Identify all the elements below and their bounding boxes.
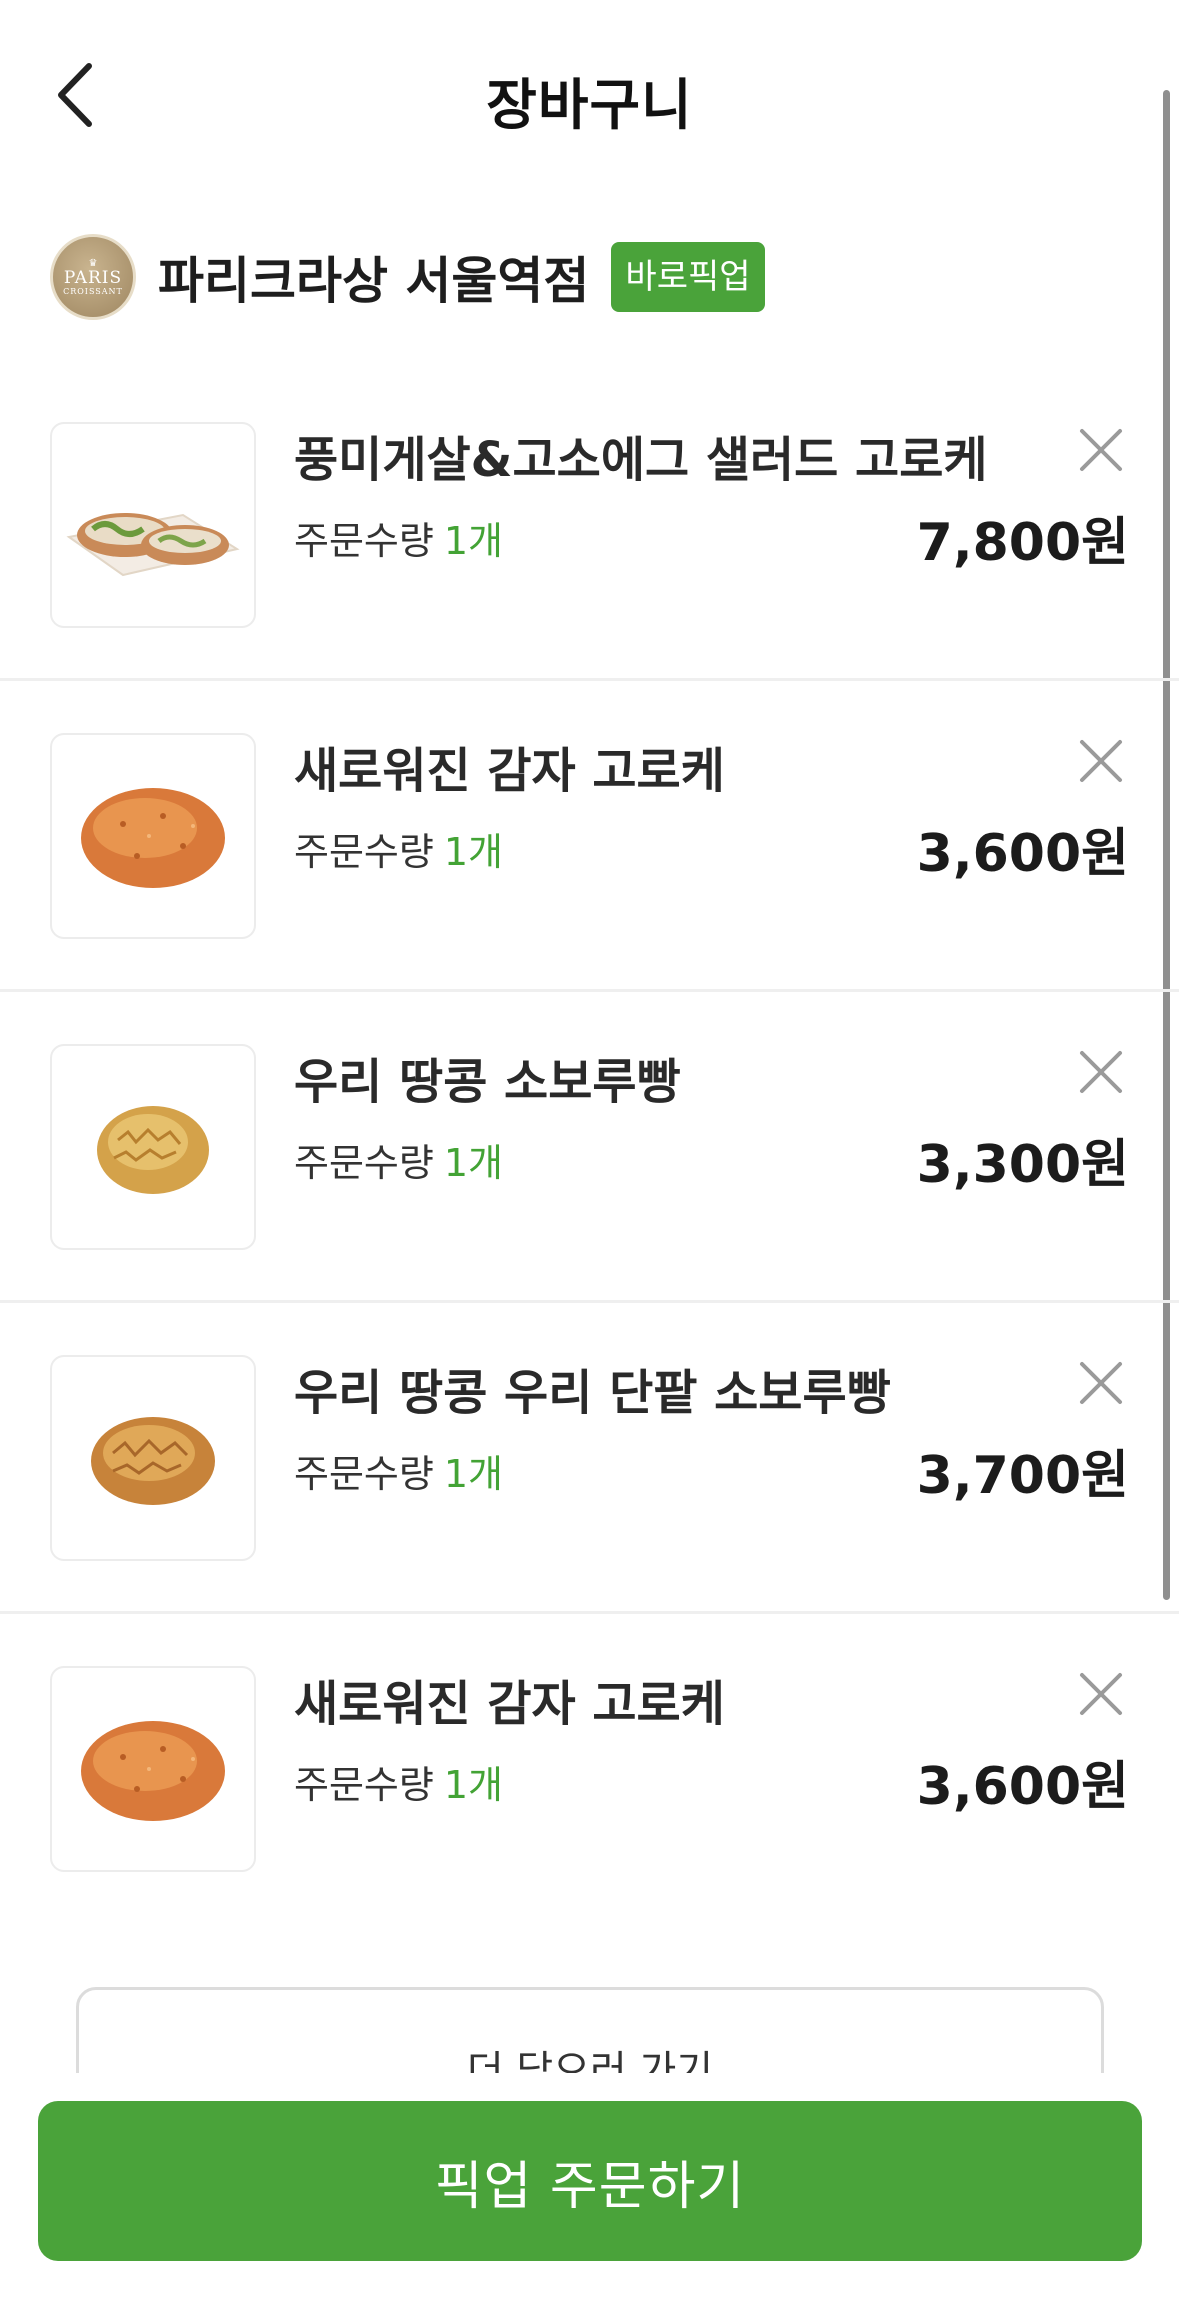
close-icon (1080, 740, 1122, 782)
item-price: 3,300원 (916, 1135, 1129, 1195)
quantity-label: 주문수량 (294, 519, 434, 563)
quantity-label: 주문수량 (294, 1763, 434, 1807)
peanut-soboro-image (97, 1106, 209, 1194)
store-name: 파리크라상 서울역점 (158, 252, 590, 310)
product-image[interactable] (50, 422, 256, 628)
store-header: ♛ PARIS CROISSANT 파리크라상 서울역점 바로픽업 (50, 232, 765, 322)
quantity-value: 1개 (443, 1452, 503, 1496)
quantity-value: 1개 (443, 830, 503, 874)
product-image[interactable] (50, 1666, 256, 1872)
remove-item-button[interactable] (1071, 1664, 1131, 1724)
cart-item: 풍미게살&고소에그 샐러드 고로케 주문수량 1개 7,800원 (0, 370, 1179, 681)
item-quantity: 주문수량 1개 (294, 821, 503, 876)
remove-item-button[interactable] (1071, 420, 1131, 480)
potato-croquette-image (81, 788, 225, 888)
item-name: 우리 땅콩 소보루빵 (294, 1054, 681, 1110)
remove-item-button[interactable] (1071, 1042, 1131, 1102)
close-icon (1080, 1362, 1122, 1404)
item-quantity: 주문수량 1개 (294, 510, 503, 565)
item-price: 3,600원 (916, 824, 1129, 884)
item-price: 3,700원 (916, 1446, 1129, 1506)
item-quantity: 주문수량 1개 (294, 1754, 503, 1809)
page-title: 장바구니 (486, 73, 693, 137)
item-quantity: 주문수량 1개 (294, 1443, 503, 1498)
product-image[interactable] (50, 1355, 256, 1561)
remove-item-button[interactable] (1071, 731, 1131, 791)
quantity-value: 1개 (443, 1763, 503, 1807)
quantity-label: 주문수량 (294, 1452, 434, 1496)
product-image[interactable] (50, 1044, 256, 1250)
close-icon (1080, 1673, 1122, 1715)
close-icon (1080, 1051, 1122, 1093)
quantity-label: 주문수량 (294, 830, 434, 874)
remove-item-button[interactable] (1071, 1353, 1131, 1413)
croquette-sandwich-image (66, 513, 240, 577)
header: 장바구니 (0, 0, 1179, 190)
pickup-order-button[interactable]: 픽업 주문하기 (38, 2101, 1142, 2261)
item-name: 새로워진 감자 고로케 (294, 1676, 725, 1732)
cart-item: 우리 땅콩 소보루빵 주문수량 1개 3,300원 (0, 992, 1179, 1303)
close-icon (1080, 429, 1122, 471)
store-logo-subtext: CROISSANT (63, 286, 123, 296)
quantity-value: 1개 (443, 1141, 503, 1185)
cart-item: 새로워진 감자 고로케 주문수량 1개 3,600원 (0, 1614, 1179, 1925)
quantity-value: 1개 (443, 519, 503, 563)
item-name: 풍미게살&고소에그 샐러드 고로케 (294, 432, 988, 488)
crown-icon: ♛ (88, 257, 98, 269)
pickup-badge: 바로픽업 (611, 242, 765, 312)
cart-item: 새로워진 감자 고로케 주문수량 1개 3,600원 (0, 681, 1179, 992)
pickup-order-label: 픽업 주문하기 (434, 2156, 746, 2217)
quantity-label: 주문수량 (294, 1141, 434, 1185)
item-quantity: 주문수량 1개 (294, 1132, 503, 1187)
cart-screen: 장바구니 ♛ PARIS CROISSANT 파리크라상 서울역점 바로픽업 풍… (0, 0, 1179, 2315)
item-name: 우리 땅콩 우리 단팥 소보루빵 (294, 1365, 891, 1421)
potato-croquette-image (81, 1721, 225, 1821)
store-logo-text: PARIS (63, 267, 123, 288)
item-name: 새로워진 감자 고로케 (294, 743, 725, 799)
cart-item: 우리 땅콩 우리 단팥 소보루빵 주문수량 1개 3,700원 (0, 1303, 1179, 1614)
redbean-soboro-image (91, 1417, 215, 1505)
store-logo: ♛ PARIS CROISSANT (50, 234, 136, 320)
product-image[interactable] (50, 733, 256, 939)
cart-list: 풍미게살&고소에그 샐러드 고로케 주문수량 1개 7,800원 새로워진 감자… (0, 370, 1179, 1925)
item-price: 3,600원 (916, 1757, 1129, 1817)
item-price: 7,800원 (916, 513, 1129, 573)
